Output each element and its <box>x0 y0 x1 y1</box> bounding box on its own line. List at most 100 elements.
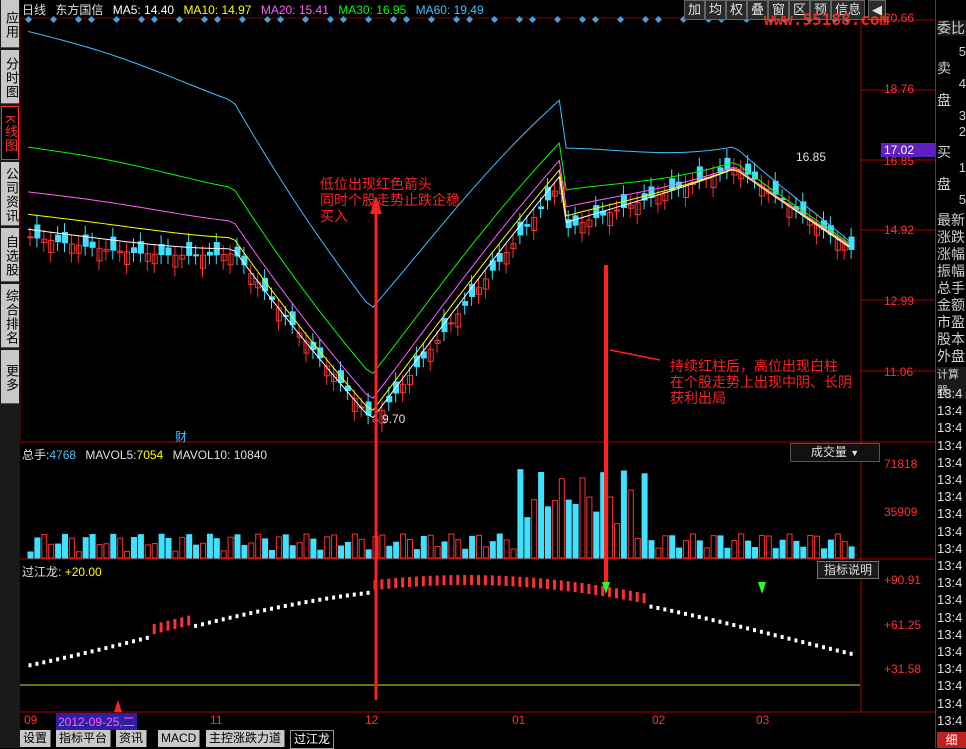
volume-bar <box>165 537 172 559</box>
tab-kline[interactable]: K线图 <box>1 106 19 160</box>
tick-time: 13:4 <box>937 626 963 642</box>
volume-bar <box>793 540 800 559</box>
volume-bar <box>296 542 303 559</box>
tab-guojianglong[interactable]: 过江龙 <box>290 730 335 749</box>
sell-annotation-line: 在个股走势上出现中阴、长阴 <box>670 374 852 390</box>
volume-bar <box>317 549 324 559</box>
volume-bar <box>614 523 620 559</box>
price-tick: 18.76 <box>884 82 915 96</box>
volume-bar <box>413 549 420 559</box>
volume-bar <box>331 534 338 559</box>
volume-bar <box>786 533 793 559</box>
event-marker-icon <box>528 15 537 24</box>
average-button[interactable]: 均 <box>705 0 727 20</box>
volume-bar <box>565 499 572 559</box>
volume-bar <box>41 533 48 559</box>
panel-num: 1 <box>958 160 966 175</box>
volume-bar <box>648 540 655 559</box>
period-label: 日线 <box>22 3 47 17</box>
volume-total-label: 总手: <box>22 448 50 462</box>
volume-bar <box>34 537 41 559</box>
tick-time: 13:4 <box>937 712 963 728</box>
tick-time: 13:4 <box>937 609 963 625</box>
candle <box>448 322 455 325</box>
volume-bar <box>48 543 55 559</box>
panel-label: 盘 <box>937 92 951 108</box>
down-arrow-icon <box>758 582 766 594</box>
candle <box>462 301 469 306</box>
volume-bar <box>262 538 269 559</box>
volume-bar <box>365 549 372 559</box>
finance-marker[interactable]: 财 <box>175 428 187 445</box>
panel-label: 市盈 <box>937 314 965 330</box>
volume-bar <box>752 547 758 559</box>
candle <box>75 244 82 254</box>
volume-bar <box>386 545 393 559</box>
tab-ranking[interactable]: 综合排名 <box>1 284 19 348</box>
panel-label: 涨跌 <box>937 229 965 245</box>
tick-time: 13:4 <box>937 592 963 608</box>
volume-bar <box>455 539 462 559</box>
tab-force[interactable]: 主控涨跌力道 <box>206 730 286 747</box>
left-tab-bar: 应用 分时图 K线图 公司资讯 自选股 综合排名 更多 <box>0 0 20 748</box>
sell-annotation: 持续红柱后，高位出现白柱 在个股走势上出现中阴、长阴 获利出局 <box>670 358 852 406</box>
indicator-tick: +31.58 <box>884 662 922 676</box>
volume-bar <box>496 533 503 559</box>
rights-button[interactable]: 权 <box>726 0 748 20</box>
volume-bar <box>703 547 710 559</box>
tab-apps[interactable]: 应用 <box>1 0 19 48</box>
price-tick: 11.06 <box>884 365 914 379</box>
panel-label: 涨幅 <box>937 246 965 262</box>
volume-bar <box>427 534 434 559</box>
detail-button[interactable]: 细 <box>937 732 966 748</box>
volume-bar <box>641 473 648 559</box>
tab-intraday[interactable]: 分时图 <box>1 50 19 104</box>
panel-num: 3 <box>958 108 966 123</box>
volume-bar <box>545 506 551 559</box>
indicator-help-button[interactable]: 指标说明 <box>817 561 879 579</box>
add-button[interactable]: 加 <box>684 0 706 20</box>
mavol5-value: 7054 <box>136 448 164 462</box>
volume-bar <box>324 536 331 559</box>
stock-name: 东方国信 <box>55 3 104 17</box>
indicator-selector[interactable]: 成交量 ▼ <box>790 443 880 462</box>
volume-bar <box>745 540 752 559</box>
tick-time: 13:4 <box>937 386 963 401</box>
volume-tick: 71818 <box>884 457 918 471</box>
panel-label: 卖 <box>937 60 951 76</box>
candle <box>110 236 117 251</box>
tab-indicator-platform[interactable]: 指标平台 <box>56 730 112 747</box>
price-tick: 12.99 <box>884 294 915 308</box>
volume-bar <box>158 533 165 559</box>
panel-label: 最新 <box>937 212 965 228</box>
buy-annotation: 低位出现红色箭头 同时个股走势止跌企稳 买入 <box>320 176 460 224</box>
tab-macd[interactable]: MACD <box>158 730 201 747</box>
chart-area[interactable]: 日线 东方国信 MA5: 14.40 MA10: 14.97 MA20: 15.… <box>20 0 936 748</box>
panel-label: 股本 <box>937 331 965 347</box>
event-marker-icon <box>515 15 524 24</box>
tab-company-info[interactable]: 公司资讯 <box>1 162 19 226</box>
tick-time: 13:4 <box>937 523 963 539</box>
volume-tick: 35909 <box>884 505 918 519</box>
volume-bar <box>186 534 193 559</box>
volume-bar <box>400 533 407 559</box>
tick-time: 13:4 <box>937 489 963 505</box>
tab-watchlist[interactable]: 自选股 <box>1 228 19 282</box>
indicator-selector-label: 成交量 <box>810 445 847 459</box>
candle <box>131 247 137 254</box>
volume-bar <box>379 534 386 559</box>
candle <box>186 241 193 256</box>
tick-time: 13:4 <box>937 403 963 419</box>
panel-label: 买 <box>937 144 951 160</box>
volume-bar <box>358 538 365 559</box>
volume-bar <box>593 511 600 559</box>
volume-bar <box>710 535 717 559</box>
tab-more[interactable]: 更多 <box>1 350 19 404</box>
tab-news[interactable]: 资讯 <box>116 730 148 747</box>
event-marker-icon <box>490 15 499 24</box>
volume-bar <box>441 541 448 559</box>
tab-settings[interactable]: 设置 <box>20 730 52 747</box>
panel-label: 振幅 <box>937 263 965 279</box>
candle <box>538 206 545 210</box>
volume-bar <box>179 536 186 559</box>
